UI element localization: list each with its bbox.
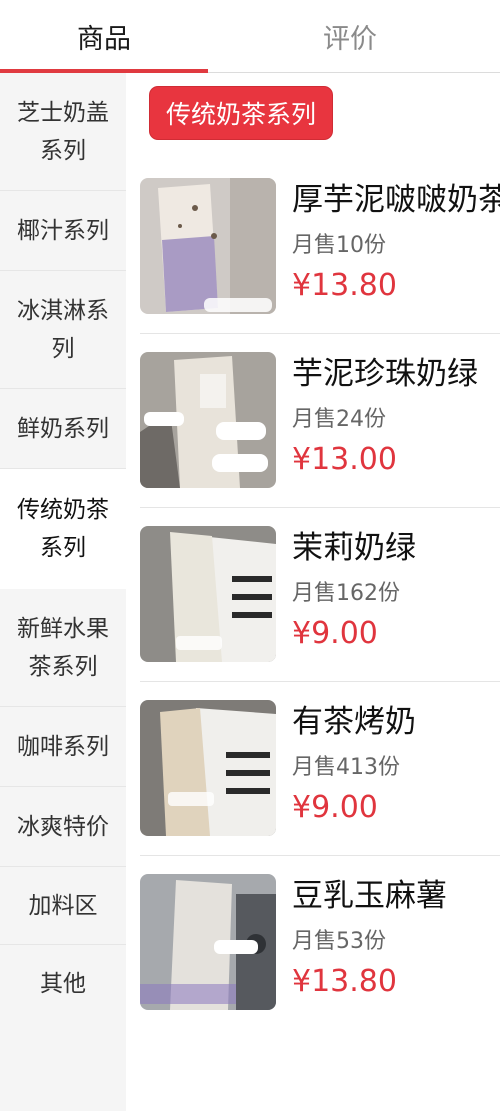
sidebar-item-toppings[interactable]: 加料区: [0, 867, 126, 945]
sidebar-item-coffee[interactable]: 咖啡系列: [0, 707, 126, 787]
product-image: [140, 526, 276, 662]
sidebar-item-fresh-milk[interactable]: 鲜奶系列: [0, 389, 126, 469]
sidebar-item-ice-cream[interactable]: 冰淇淋系列: [0, 271, 126, 389]
product-image: [140, 178, 276, 314]
product-price: ¥13.80: [292, 964, 397, 999]
sidebar-item-label: 冰爽特价: [17, 813, 109, 840]
sidebar-item-label: 鲜奶系列: [17, 415, 109, 442]
sidebar-item-label: 椰汁系列: [17, 217, 109, 244]
product-item[interactable]: 茉莉奶绿 月售162份 ¥9.00: [126, 508, 500, 682]
section-title-badge: 传统奶茶系列: [150, 87, 332, 139]
sidebar-item-fruit-tea[interactable]: 新鲜水果茶系列: [0, 589, 126, 707]
product-price: ¥13.00: [292, 442, 397, 477]
product-item[interactable]: 厚芋泥啵啵奶茶 月售10份 ¥13.80: [126, 160, 500, 334]
product-sales: 月售413份: [292, 755, 400, 780]
sidebar-item-specials[interactable]: 冰爽特价: [0, 787, 126, 867]
sidebar-item-label: 新鲜水果茶系列: [17, 615, 109, 680]
product-price: ¥9.00: [292, 616, 378, 651]
sidebar-item-label: 其他: [40, 971, 86, 997]
sidebar-item-label: 芝士奶盖系列: [17, 99, 109, 164]
product-image: [140, 874, 276, 1010]
product-name: 芋泥珍珠奶绿: [292, 356, 478, 392]
product-item[interactable]: 有茶烤奶 月售413份 ¥9.00: [126, 682, 500, 856]
sidebar-item-label: 咖啡系列: [17, 733, 109, 760]
product-name: 有茶烤奶: [292, 704, 416, 740]
product-item[interactable]: 芋泥珍珠奶绿 月售24份 ¥13.00: [126, 334, 500, 508]
sidebar-item-coconut[interactable]: 椰汁系列: [0, 191, 126, 271]
product-image: [140, 352, 276, 488]
sidebar-item-label: 冰淇淋系列: [17, 297, 109, 362]
product-item[interactable]: 豆乳玉麻薯 月售53份 ¥13.80: [126, 856, 500, 1030]
tab-reviews[interactable]: 评价: [270, 0, 430, 72]
product-price: ¥9.00: [292, 790, 378, 825]
category-sidebar: 芝士奶盖系列 椰汁系列 冰淇淋系列 鲜奶系列 传统奶茶系列 新鲜水果茶系列 咖啡…: [0, 73, 126, 1111]
sidebar-item-label: 加料区: [28, 892, 98, 919]
sidebar-item-label: 传统奶茶系列: [17, 496, 109, 561]
product-sales: 月售162份: [292, 581, 400, 606]
sidebar-item-traditional-milk-tea[interactable]: 传统奶茶系列: [0, 469, 126, 589]
product-price: ¥13.80: [292, 268, 397, 303]
product-name: 厚芋泥啵啵奶茶: [292, 182, 500, 218]
tab-products[interactable]: 商品: [0, 0, 208, 72]
sidebar-item-cheese-foam[interactable]: 芝士奶盖系列: [0, 73, 126, 191]
product-name: 茉莉奶绿: [292, 530, 416, 566]
product-image: [140, 700, 276, 836]
product-sales: 月售24份: [292, 407, 386, 432]
sidebar-item-other[interactable]: 其他: [0, 945, 126, 1023]
top-tab-bar: 商品 评价: [0, 0, 500, 73]
product-sales: 月售10份: [292, 233, 386, 258]
product-name: 豆乳玉麻薯: [292, 878, 447, 914]
product-sales: 月售53份: [292, 929, 386, 954]
